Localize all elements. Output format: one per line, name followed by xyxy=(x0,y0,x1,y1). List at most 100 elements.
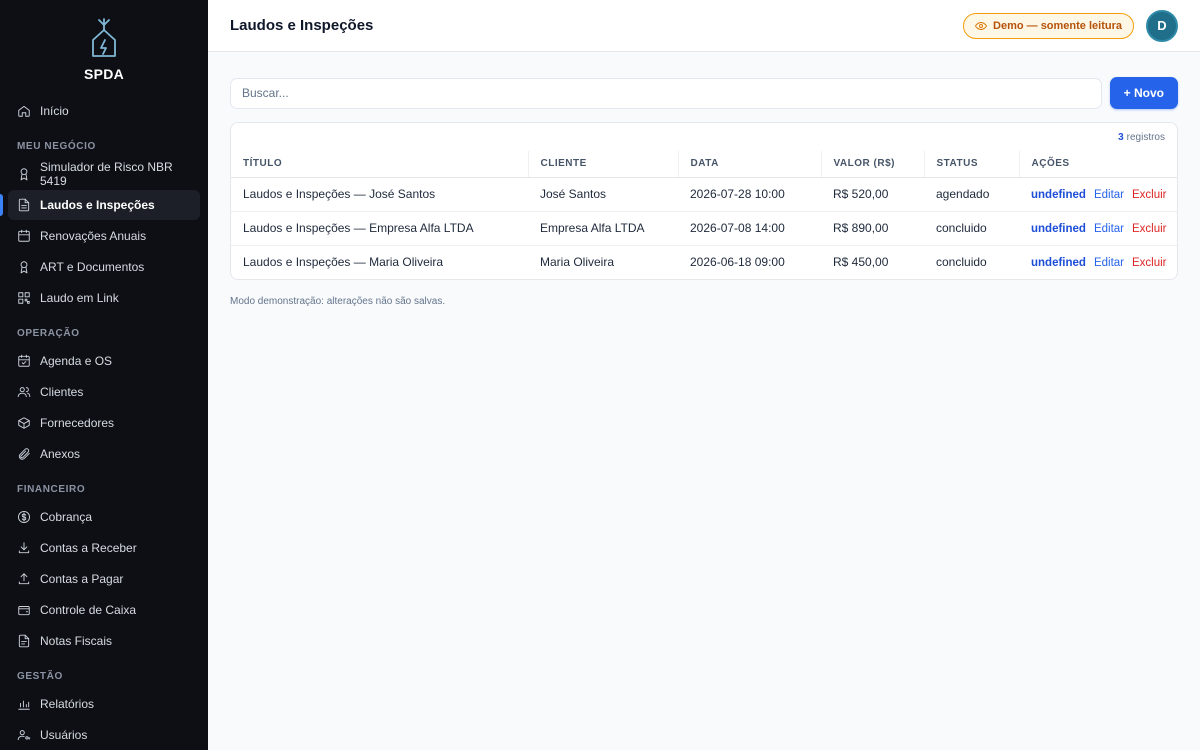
sidebar-item-contas-a-pagar[interactable]: Contas a Pagar xyxy=(8,564,200,594)
sidebar: SPDA Início MEU NEGÓCIO Simulador de Risco… xyxy=(0,0,208,750)
sidebar-item-label: Contas a Pagar xyxy=(40,572,124,586)
sidebar-item-label: Anexos xyxy=(40,447,81,461)
award-icon xyxy=(17,260,31,274)
view-link[interactable]: undefined xyxy=(1031,223,1086,235)
cell-actions: undefined Editar Excluir xyxy=(1019,177,1177,212)
delete-link[interactable]: Excluir xyxy=(1132,189,1167,201)
sidebar-section-title: MEU NEGÓCIO xyxy=(17,141,96,152)
demo-badge-label: Demo — somente leitura xyxy=(993,19,1122,32)
wallet-icon xyxy=(17,603,31,617)
app-root: SPDA Início MEU NEGÓCIO Simulador de Risco… xyxy=(0,0,1200,750)
column-header-acoes: AÇÕES xyxy=(1019,151,1177,178)
home-icon xyxy=(17,104,31,118)
sidebar-section-title: OPERAÇÃO xyxy=(17,328,80,339)
sidebar-item-controle-de-caixa[interactable]: Controle de Caixa xyxy=(8,595,200,625)
package-icon xyxy=(17,416,31,430)
sidebar-item-fornecedores[interactable]: Fornecedores xyxy=(8,408,200,438)
content: + Novo 3 registros TÍTULO CLIENTE DAT xyxy=(208,52,1200,307)
edit-link[interactable]: Editar xyxy=(1094,189,1124,201)
table-row[interactable]: Laudos e Inspeções — Maria Oliveira Maria… xyxy=(231,245,1177,279)
sidebar-section-title: GESTÃO xyxy=(17,671,63,682)
sidebar-item-laudos-e-inspecoes[interactable]: Laudos e Inspeções xyxy=(0,190,200,220)
sidebar-item-inicio[interactable]: Início xyxy=(8,96,200,126)
cell-valor: R$ 890,00 xyxy=(821,211,924,246)
sidebar-item-clientes[interactable]: Clientes xyxy=(8,377,200,407)
search-input[interactable] xyxy=(230,77,1102,109)
top-bar-right: Demo — somente leitura D xyxy=(963,9,1178,42)
sidebar-item-cobranca[interactable]: Cobrança xyxy=(8,502,200,532)
sidebar-item-label: ART e Documentos xyxy=(40,260,145,274)
sidebar-item-label: Contas a Receber xyxy=(40,541,137,555)
avatar[interactable]: D xyxy=(1146,9,1178,42)
column-header-status[interactable]: STATUS xyxy=(924,151,1020,178)
records-table: TÍTULO CLIENTE DATA VALOR (R$) STATUS AÇ… xyxy=(231,151,1177,279)
sidebar-nav: Início MEU NEGÓCIO Simulador de Risco NBR … xyxy=(0,92,208,750)
sidebar-item-label: Clientes xyxy=(40,385,84,399)
delete-link[interactable]: Excluir xyxy=(1132,223,1167,235)
cell-data: 2026-07-28 10:00 xyxy=(678,177,821,212)
cell-titulo: Laudos e Inspeções — Maria Oliveira xyxy=(243,255,444,270)
table-row[interactable]: Laudos e Inspeções — José Santos José San… xyxy=(231,177,1177,212)
sidebar-section-title: FINANCEIRO xyxy=(17,484,86,495)
sidebar-item-anexos[interactable]: Anexos xyxy=(8,439,200,469)
sidebar-item-contas-a-receber[interactable]: Contas a Receber xyxy=(8,533,200,563)
award-icon xyxy=(17,167,31,181)
records-card: 3 registros TÍTULO CLIENTE DATA VALOR (R… xyxy=(230,122,1178,280)
sidebar-item-label: Usuários xyxy=(40,728,88,742)
cell-status: concluido xyxy=(936,255,987,270)
sidebar-item-laudo-em-link[interactable]: Laudo em Link xyxy=(8,283,200,313)
column-header-valor[interactable]: VALOR (R$) xyxy=(821,151,925,178)
sidebar-item-simulador-de-risco-nbr-5419[interactable]: Simulador de Risco NBR 5419 xyxy=(8,159,200,189)
bar-chart-icon xyxy=(17,697,31,711)
sidebar-item-label: Laudo em Link xyxy=(40,291,119,305)
cell-cliente: Maria Oliveira xyxy=(540,255,615,270)
delete-link[interactable]: Excluir xyxy=(1132,257,1167,269)
file-icon xyxy=(17,634,31,648)
sidebar-item-label: Controle de Caixa xyxy=(40,603,137,617)
records-count-number: 3 xyxy=(1118,131,1124,143)
sidebar-item-label: Cobrança xyxy=(40,510,93,524)
cell-cliente: José Santos xyxy=(528,177,678,212)
brand-name: SPDA xyxy=(83,66,125,82)
qr-code-icon xyxy=(17,291,31,305)
upload-icon xyxy=(17,572,31,586)
view-link[interactable]: undefined xyxy=(1031,257,1086,269)
sidebar-item-label: Simulador de Risco NBR 5419 xyxy=(40,160,173,188)
demo-readonly-badge: Demo — somente leitura xyxy=(963,12,1134,39)
sidebar-item-usuarios[interactable]: Usuários xyxy=(8,720,200,750)
cell-data: 2026-06-18 09:00 xyxy=(690,255,785,270)
top-bar: Laudos e Inspeções Demo — somente leitur… xyxy=(208,0,1200,52)
cell-titulo: Laudos e Inspeções — Empresa Alfa LTDA xyxy=(231,211,528,246)
demo-footnote: Modo demonstração: alterações não são sa… xyxy=(230,296,446,307)
records-count: 3 registros xyxy=(231,123,1177,151)
new-button[interactable]: + Novo xyxy=(1109,77,1178,109)
cell-data: 2026-07-08 14:00 xyxy=(678,211,821,246)
sidebar-item-label: Agenda e OS xyxy=(40,354,113,368)
sidebar-item-agenda-e-os[interactable]: Agenda e OS xyxy=(8,346,200,376)
edit-link[interactable]: Editar xyxy=(1094,257,1124,269)
download-icon xyxy=(17,541,31,555)
file-text-icon xyxy=(17,198,31,212)
main-area: Laudos e Inspeções Demo — somente leitur… xyxy=(208,0,1200,750)
users-icon xyxy=(17,385,31,399)
edit-link[interactable]: Editar xyxy=(1094,223,1124,235)
dollar-circle-icon xyxy=(17,510,31,524)
sidebar-item-label: Notas Fiscais xyxy=(40,634,113,648)
cell-cliente: Empresa Alfa LTDA xyxy=(528,211,678,246)
table-row[interactable]: Laudos e Inspeções — Empresa Alfa LTDA Em… xyxy=(231,211,1177,246)
paperclip-icon xyxy=(17,447,31,461)
sidebar-item-art-e-documentos[interactable]: ART e Documentos xyxy=(8,252,200,282)
cell-valor: R$ 450,00 xyxy=(833,255,889,270)
sidebar-item-relatorios[interactable]: Relatórios xyxy=(8,689,200,719)
lightning-rod-house-logo-icon xyxy=(92,18,116,57)
column-header-data[interactable]: DATA xyxy=(678,151,822,178)
column-header-titulo[interactable]: TÍTULO xyxy=(231,151,529,178)
cell-status: agendado xyxy=(924,177,1019,212)
view-link[interactable]: undefined xyxy=(1031,189,1086,201)
sidebar-item-notas-fiscais[interactable]: Notas Fiscais xyxy=(8,626,200,656)
sidebar-item-renovacoes-anuais[interactable]: Renovações Anuais xyxy=(8,221,200,251)
column-header-cliente[interactable]: CLIENTE xyxy=(528,151,679,178)
table-header-row: TÍTULO CLIENTE DATA VALOR (R$) STATUS AÇ… xyxy=(231,151,1177,178)
user-key-icon xyxy=(17,728,31,742)
brand: SPDA xyxy=(0,0,208,92)
